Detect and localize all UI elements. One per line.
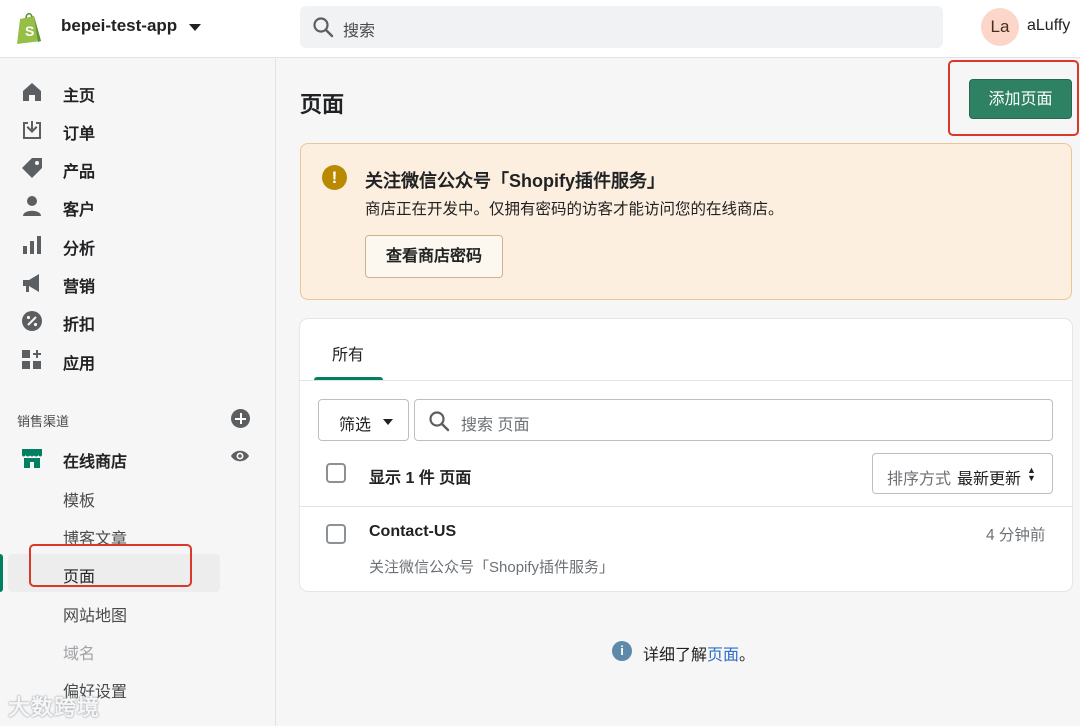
- divider: [300, 380, 1072, 381]
- sort-value: 最新更新: [957, 471, 1022, 488]
- chevron-down-icon: [383, 419, 393, 425]
- sort-label: 排序方式: [887, 471, 952, 488]
- sidebar-item-customers[interactable]: 客户: [0, 188, 276, 224]
- user-name[interactable]: aLuffy: [1027, 17, 1070, 35]
- sidebar-item-apps[interactable]: 应用: [0, 342, 276, 378]
- top-bar: S bepei-test-app 搜索 La aLuffy: [0, 0, 1080, 58]
- shopify-logo[interactable]: S: [14, 11, 44, 45]
- search-icon: [429, 411, 450, 432]
- warning-icon: !: [322, 165, 347, 190]
- password-warning-banner: ! 关注微信公众号「Shopify插件服务」 商店正在开发中。仅拥有密码的访客才…: [300, 143, 1072, 300]
- sidebar-subitem-navigation[interactable]: 网站地图: [63, 602, 127, 626]
- watermark: 大数跨境: [8, 695, 101, 720]
- sidebar-item-home[interactable]: 主页: [0, 74, 276, 110]
- page-row-title[interactable]: Contact-US: [369, 523, 456, 541]
- home-icon: [23, 83, 41, 101]
- divider: [300, 506, 1072, 507]
- store-name[interactable]: bepei-test-app: [61, 16, 177, 36]
- sidebar-item-analytics[interactable]: 分析: [0, 227, 276, 263]
- tab-all[interactable]: 所有: [314, 319, 383, 380]
- sidebar-item-products[interactable]: 产品: [0, 150, 276, 186]
- sidebar-subitem-domains[interactable]: 域名: [63, 640, 95, 664]
- filter-button[interactable]: 筛选: [318, 399, 409, 441]
- storefront-icon: [22, 449, 42, 468]
- sidebar-item-label: 应用: [63, 356, 96, 373]
- sidebar-item-discounts[interactable]: 折扣: [0, 303, 276, 339]
- highlight-box-pages: [29, 544, 192, 587]
- sidebar-item-marketing[interactable]: 营销: [0, 265, 276, 301]
- bar-chart-icon: [23, 236, 41, 254]
- page-row-subtitle: 关注微信公众号「Shopify插件服务」: [369, 559, 615, 576]
- global-search[interactable]: 搜索: [300, 6, 943, 48]
- sidebar-item-label: 产品: [63, 164, 96, 181]
- learn-more-prefix: 详细了解: [643, 647, 708, 664]
- person-icon: [23, 196, 41, 216]
- avatar[interactable]: La: [981, 8, 1019, 46]
- add-channel-icon[interactable]: [231, 409, 250, 428]
- select-all-checkbox[interactable]: [326, 463, 346, 483]
- sort-arrows-icon: ▲ ▼: [1027, 465, 1036, 483]
- sidebar-item-label: 订单: [63, 126, 96, 143]
- row-checkbox[interactable]: [326, 524, 346, 544]
- sidebar-item-label: 营销: [63, 279, 96, 296]
- banner-title: 关注微信公众号「Shopify插件服务」: [365, 171, 665, 191]
- learn-more-text: 详细了解页面。: [643, 641, 755, 665]
- sidebar: 主页 订单 产品 客户 分析 营销 折扣 应用 销售渠道 在线商店 模板 博客文…: [0, 59, 276, 726]
- result-count: 显示 1 件 页面: [369, 470, 472, 487]
- sort-select[interactable]: 排序方式 最新更新 ▲ ▼: [872, 453, 1053, 494]
- tag-icon: [22, 158, 42, 178]
- info-icon: i: [612, 641, 632, 661]
- megaphone-icon: [23, 274, 39, 292]
- learn-more-link[interactable]: 页面: [707, 647, 739, 664]
- page-row-updated-time: 4 分钟前: [986, 527, 1046, 544]
- banner-description: 商店正在开发中。仅拥有密码的访客才能访问您的在线商店。: [365, 201, 784, 218]
- sidebar-subitem-themes[interactable]: 模板: [63, 487, 95, 511]
- search-placeholder: 搜索 页面: [461, 417, 530, 434]
- apps-icon: [22, 350, 41, 369]
- learn-more-suffix: 。: [739, 647, 756, 664]
- sidebar-item-label: 分析: [63, 241, 96, 258]
- active-item-indicator: [0, 554, 3, 592]
- chevron-down-icon[interactable]: [189, 24, 201, 31]
- svg-text:S: S: [25, 23, 34, 39]
- tab-label: 所有: [332, 347, 365, 364]
- page-title: 页面: [300, 92, 345, 117]
- sidebar-item-label: 在线商店: [63, 454, 128, 471]
- discount-icon: [22, 311, 42, 331]
- eye-icon[interactable]: [230, 448, 250, 464]
- sidebar-item-label: 主页: [63, 88, 96, 105]
- search-icon: [313, 17, 334, 38]
- pages-card: 所有 筛选 搜索 页面 显示 1 件 页面 排序方式 最新更新 ▲ ▼ Conta…: [300, 319, 1072, 591]
- add-page-button[interactable]: 添加页面: [969, 79, 1072, 119]
- sidebar-item-label: 折扣: [63, 317, 96, 334]
- filter-label: 筛选: [339, 417, 372, 434]
- view-store-password-button[interactable]: 查看商店密码: [365, 235, 503, 278]
- search-placeholder: 搜索: [343, 23, 376, 40]
- sales-channels-label: 销售渠道: [17, 414, 70, 429]
- pages-search-input[interactable]: 搜索 页面: [414, 399, 1053, 441]
- orders-icon: [23, 121, 41, 139]
- sidebar-item-label: 客户: [63, 202, 96, 219]
- sidebar-item-orders[interactable]: 订单: [0, 112, 276, 148]
